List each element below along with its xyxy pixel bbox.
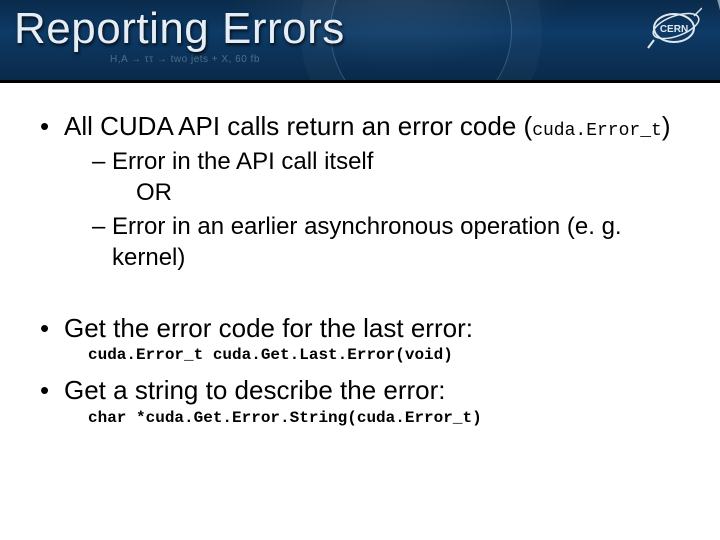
bullet-3-text: Get a string to describe the error: <box>64 375 446 405</box>
bullet-1-text-b: ) <box>662 111 671 141</box>
bullet-2: Get the error code for the last error: <box>40 312 690 345</box>
bullet-1-sub-1: Error in the API call itself <box>92 147 690 178</box>
bullet-1-text-a: All CUDA API calls return an error code … <box>64 111 532 141</box>
cern-logo-icon: CERN <box>646 6 702 50</box>
header-divider <box>0 80 720 83</box>
bullet-1-code: cuda.Error_t <box>532 121 662 141</box>
header-blueprint-text: H,A → ττ → two jets + X, 60 fb <box>110 54 260 65</box>
slide-header: Reporting Errors H,A → ττ → two jets + X… <box>0 0 720 80</box>
bullet-1-or: OR <box>64 177 690 208</box>
bullet-1-sub-2: Error in an earlier asynchronous operati… <box>92 212 690 273</box>
slide-title: Reporting Errors <box>14 4 345 54</box>
bullet-3-code: char *cuda.Get.Error.String(cuda.Error_t… <box>40 409 690 427</box>
bullet-1: All CUDA API calls return an error code … <box>40 110 690 274</box>
slide-body: All CUDA API calls return an error code … <box>0 110 720 433</box>
slide: Reporting Errors H,A → ττ → two jets + X… <box>0 0 720 540</box>
cern-logo-text: CERN <box>660 24 688 35</box>
bullet-3: Get a string to describe the error: <box>40 374 690 407</box>
bullet-2-code: cuda.Error_t cuda.Get.Last.Error(void) <box>40 346 690 364</box>
bullet-2-text: Get the error code for the last error: <box>64 313 473 343</box>
